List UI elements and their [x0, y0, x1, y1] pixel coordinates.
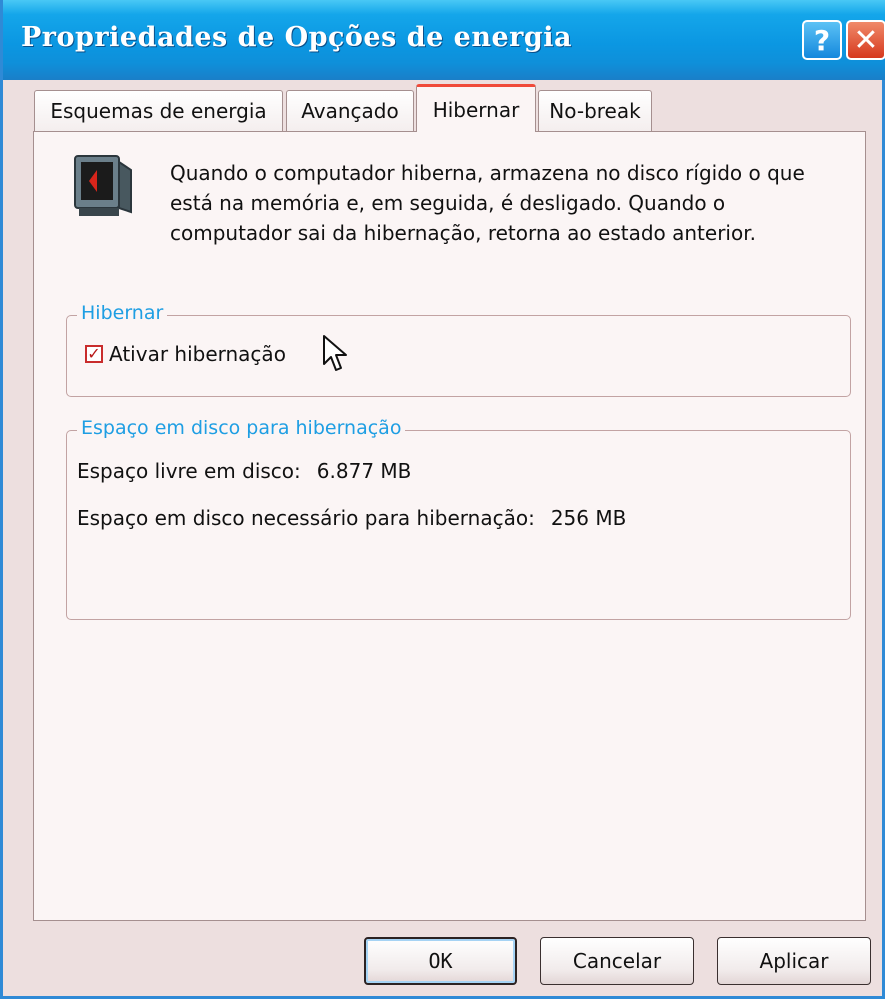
- apply-button[interactable]: Aplicar: [717, 937, 871, 985]
- tab-panel-hibernate: Quando o computador hiberna, armazena no…: [33, 131, 866, 921]
- hibernate-group-legend: Hibernar: [77, 302, 168, 324]
- tab-advanced[interactable]: Avançado: [286, 90, 414, 131]
- disk-space-group: Espaço em disco para hibernação Espaço l…: [66, 417, 851, 620]
- required-disk-space-row: Espaço em disco necessário para hibernaç…: [77, 506, 626, 530]
- hibernate-group: Hibernar ✓ Ativar hibernação: [66, 302, 851, 397]
- required-disk-space-value: 256 MB: [550, 506, 627, 530]
- mouse-pointer-icon: [323, 335, 347, 371]
- free-disk-space-row: Espaço livre em disco: 6.877 MB: [77, 459, 411, 483]
- close-icon: ✕: [853, 22, 879, 58]
- required-disk-space-label: Espaço em disco necessário para hibernaç…: [77, 506, 535, 530]
- enable-hibernation-option[interactable]: ✓ Ativar hibernação: [85, 342, 286, 366]
- window-title: Propriedades de Opções de energia: [21, 22, 572, 53]
- enable-hibernation-label[interactable]: Ativar hibernação: [109, 342, 286, 366]
- tab-ups[interactable]: No-break: [538, 90, 652, 131]
- help-icon: ?: [813, 23, 831, 57]
- free-disk-space-label: Espaço livre em disco:: [77, 459, 301, 483]
- computer-hibernate-icon: [74, 155, 132, 216]
- ok-button[interactable]: OK: [364, 937, 517, 985]
- cancel-button[interactable]: Cancelar: [540, 937, 694, 985]
- title-bar[interactable]: Propriedades de Opções de energia ? ✕: [3, 0, 885, 80]
- hibernate-description: Quando o computador hiberna, armazena no…: [170, 161, 805, 245]
- power-options-dialog: Propriedades de Opções de energia ? ✕ Es…: [0, 0, 885, 999]
- disk-space-group-legend: Espaço em disco para hibernação: [77, 417, 406, 439]
- enable-hibernation-checkbox[interactable]: ✓: [85, 345, 103, 363]
- tab-hibernate[interactable]: Hibernar: [416, 84, 536, 132]
- close-button[interactable]: ✕: [846, 20, 885, 60]
- free-disk-space-value: 6.877 MB: [316, 459, 412, 483]
- tab-power-schemes[interactable]: Esquemas de energia: [34, 90, 283, 131]
- help-button[interactable]: ?: [802, 20, 842, 60]
